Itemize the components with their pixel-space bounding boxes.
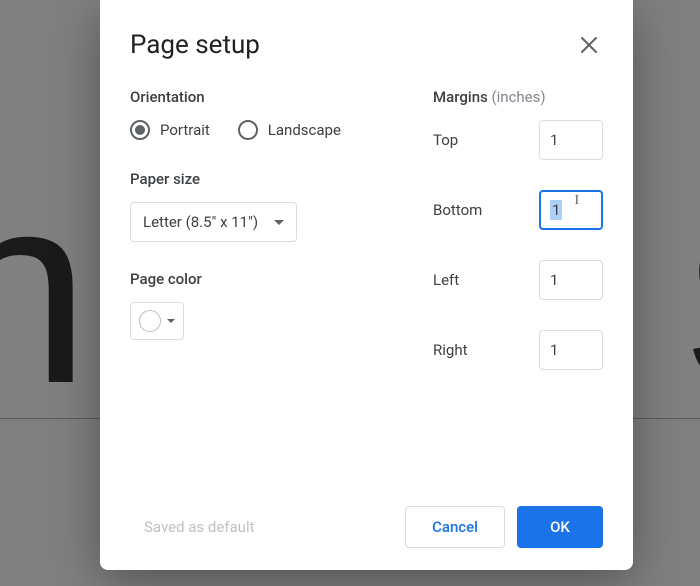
margin-left-input[interactable]: 1 <box>539 260 603 300</box>
background-letter-right: s <box>685 140 700 430</box>
chevron-down-icon <box>167 319 175 323</box>
paper-size-label: Paper size <box>130 170 393 188</box>
radio-icon <box>238 120 258 140</box>
color-swatch <box>139 310 161 332</box>
background-letter-left: n <box>0 155 80 425</box>
margin-top-label: Top <box>433 131 458 149</box>
orientation-landscape-radio[interactable]: Landscape <box>238 120 341 140</box>
orientation-label: Orientation <box>130 88 393 106</box>
page-color-picker[interactable] <box>130 302 184 340</box>
chevron-down-icon <box>274 220 284 225</box>
ok-button[interactable]: OK <box>517 506 603 548</box>
dialog-title: Page setup <box>130 30 260 60</box>
cancel-button[interactable]: Cancel <box>405 506 505 548</box>
margin-left-value: 1 <box>550 271 558 289</box>
margins-unit-label: (inches) <box>492 88 546 106</box>
margin-right-value: 1 <box>550 341 558 359</box>
dialog-header: Page setup <box>130 30 603 60</box>
margins-label: Margins (inches) <box>433 88 603 106</box>
page-setup-dialog: Page setup Orientation Portrait Landscap… <box>100 0 633 570</box>
orientation-radio-group: Portrait Landscape <box>130 120 393 140</box>
saved-as-default-button[interactable]: Saved as default <box>130 508 269 546</box>
dialog-footer: Saved as default Cancel OK <box>130 506 603 548</box>
radio-icon <box>130 120 150 140</box>
paper-size-dropdown[interactable]: Letter (8.5" x 11") <box>130 202 297 242</box>
margins-label-text: Margins <box>433 88 488 106</box>
radio-label: Portrait <box>160 121 210 139</box>
orientation-portrait-radio[interactable]: Portrait <box>130 120 210 140</box>
margin-right-label: Right <box>433 341 467 359</box>
margin-top-value: 1 <box>550 131 558 149</box>
text-cursor-icon <box>576 202 577 218</box>
dropdown-value: Letter (8.5" x 11") <box>143 213 258 231</box>
margin-bottom-input[interactable]: 1 <box>539 190 603 230</box>
radio-label: Landscape <box>268 121 341 139</box>
page-color-label: Page color <box>130 270 393 288</box>
close-button[interactable] <box>575 31 603 59</box>
margin-bottom-label: Bottom <box>433 201 482 219</box>
margin-left-label: Left <box>433 271 459 289</box>
margin-bottom-value: 1 <box>550 200 562 220</box>
close-icon <box>580 36 598 54</box>
margin-top-input[interactable]: 1 <box>539 120 603 160</box>
margin-right-input[interactable]: 1 <box>539 330 603 370</box>
